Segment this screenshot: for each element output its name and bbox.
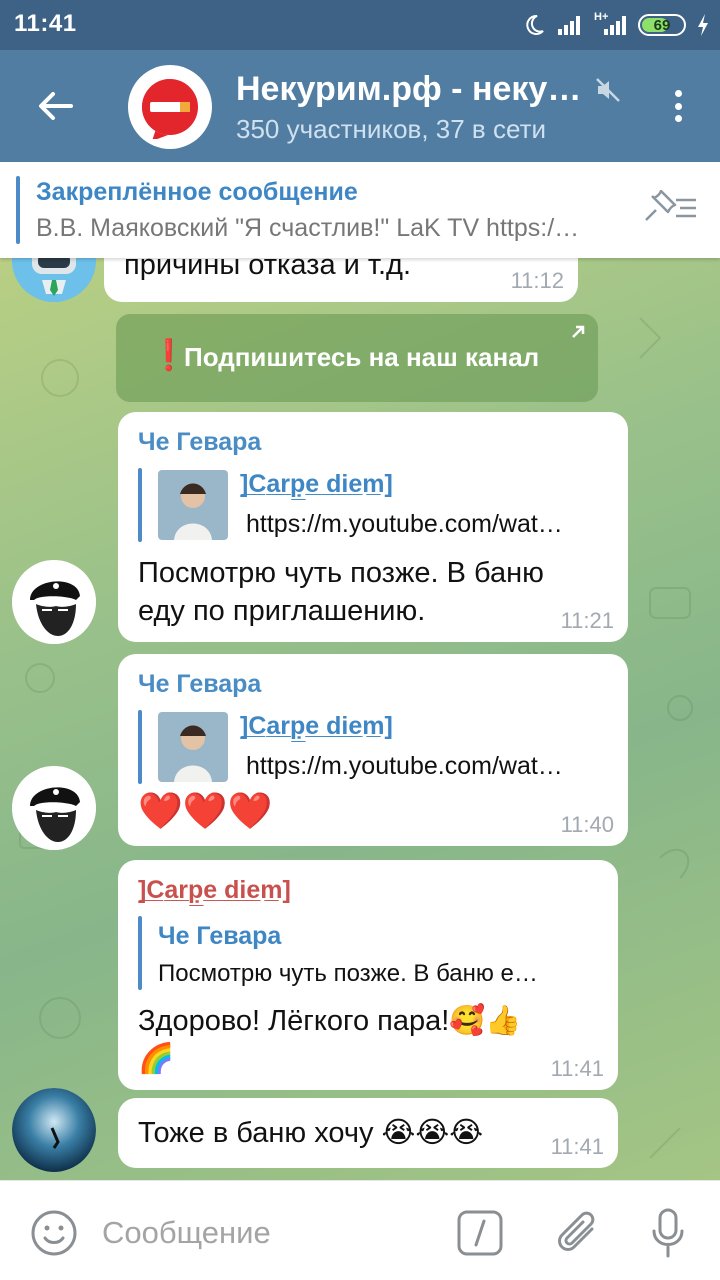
message-time: 11:41 xyxy=(550,1056,604,1081)
message-time: 11:41 xyxy=(550,1134,604,1159)
moon-icon xyxy=(526,14,544,35)
message-text: Тоже в баню хочу 😭😭😭 xyxy=(138,1117,484,1149)
message-bubble[interactable]: ]̲C̲a̲r̲p̲e̲ ̲d̲i̲e̲m̲] Че Гевара Посмот… xyxy=(118,860,618,1090)
sender-name[interactable]: ]̲C̲a̲r̲p̲e̲ ̲d̲i̲e̲m̲] xyxy=(138,876,291,905)
external-arrow-icon xyxy=(572,325,585,338)
command-icon[interactable] xyxy=(456,1209,504,1257)
message-time: 11:40 xyxy=(560,812,614,837)
exclamation-icon: ❗ xyxy=(150,339,188,372)
link-preview-title[interactable]: ]̲C̲a̲r̲p̲e̲ ̲d̲i̲e̲m̲] xyxy=(240,712,393,741)
chat-area[interactable]: причины отказа и т.д. 11:12 ❗ Подпишитес… xyxy=(0,258,720,1180)
sender-name[interactable]: Че Гевара xyxy=(138,670,261,699)
link-preview-title[interactable]: ]̲C̲a̲r̲p̲e̲ ̲d̲i̲e̲m̲] xyxy=(240,470,393,499)
link-preview-url[interactable]: https://m.youtube.com/wat… xyxy=(246,752,612,781)
pinned-message-bar[interactable]: Закреплённое сообщение В.В. Маяковский "… xyxy=(0,162,720,258)
pinned-accent-line xyxy=(16,176,20,244)
back-button[interactable] xyxy=(30,86,80,126)
message-bubble[interactable]: причины отказа и т.д. 11:12 xyxy=(104,258,578,302)
message-text-line: Посмотрю чуть позже. В баню xyxy=(138,557,544,589)
attach-icon[interactable] xyxy=(556,1207,600,1259)
message-bubble[interactable]: Тоже в баню хочу 😭😭😭 11:41 xyxy=(118,1098,618,1168)
more-vertical-icon[interactable] xyxy=(666,86,690,126)
chat-title-row[interactable]: Некурим.рф - неку… xyxy=(236,70,621,109)
avatar-user[interactable] xyxy=(12,1088,96,1172)
no-smoking-logo-icon xyxy=(142,79,198,139)
chat-subtitle: 350 участников, 37 в сети xyxy=(236,114,546,144)
battery-icon: 69 xyxy=(638,14,686,36)
reply-quote-line xyxy=(138,916,142,990)
status-time: 11:41 xyxy=(14,10,77,37)
chat-header: Некурим.рф - неку… 350 участников, 37 в … xyxy=(0,50,720,162)
rainbow-emoji: 🌈 xyxy=(138,1043,175,1075)
link-preview-line xyxy=(138,468,142,542)
message-text: причины отказа и т.д. xyxy=(124,258,411,281)
status-bar: 11:41 H+ 69 xyxy=(0,0,720,50)
emoji-icon[interactable] xyxy=(30,1209,78,1257)
link-preview-thumbnail[interactable] xyxy=(158,712,228,782)
chat-avatar[interactable] xyxy=(128,65,212,149)
microphone-icon[interactable] xyxy=(650,1207,686,1259)
pinned-list-icon[interactable] xyxy=(642,190,698,226)
charging-icon xyxy=(698,14,708,36)
message-bubble[interactable]: Че Гевара ]̲C̲a̲r̲p̲e̲ ̲d̲i̲e̲m̲] https:… xyxy=(118,412,628,642)
message-text-line: Здорово! Лёгкого пара!🥰👍 xyxy=(138,1005,522,1037)
battery-level: 69 xyxy=(653,16,671,34)
subscribe-channel-button[interactable]: ❗ Подпишитесь на наш канал xyxy=(116,314,598,402)
message-time: 11:21 xyxy=(560,608,614,633)
chat-title[interactable]: Некурим.рф - неку… xyxy=(236,70,581,109)
status-icons: H+ 69 xyxy=(522,10,710,40)
muted-speaker-icon xyxy=(596,77,621,102)
service-text: Подпишитесь на наш канал xyxy=(184,342,540,372)
avatar-che-guevara[interactable] xyxy=(12,766,96,850)
message-input-bar: Сообщение xyxy=(0,1180,720,1280)
h-plus-signal-icon: H+ xyxy=(594,11,628,37)
avatar-che-guevara[interactable] xyxy=(12,560,96,644)
arrow-left-icon xyxy=(39,92,73,120)
pinned-title: Закреплённое сообщение xyxy=(36,178,358,206)
link-preview-thumbnail[interactable] xyxy=(158,470,228,540)
link-preview-line xyxy=(138,710,142,784)
message-time: 11:12 xyxy=(510,268,564,293)
reply-sender[interactable]: Че Гевара xyxy=(158,922,281,951)
signal-icon xyxy=(558,16,580,35)
message-bubble[interactable]: Че Гевара ]̲C̲a̲r̲p̲e̲ ̲d̲i̲e̲m̲] https:… xyxy=(118,654,628,846)
link-preview-url[interactable]: https://m.youtube.com/wat… xyxy=(246,510,612,539)
pinned-text: В.В. Маяковский "Я счастлив!" LaK TV htt… xyxy=(36,214,580,242)
reply-text[interactable]: Посмотрю чуть позже. В баню е… xyxy=(158,960,602,988)
heart-emojis: ❤️❤️❤️ xyxy=(138,790,273,831)
sender-name[interactable]: Че Гевара xyxy=(138,428,261,457)
message-input[interactable]: Сообщение xyxy=(102,1215,271,1251)
message-text-line: еду по приглашению. xyxy=(138,595,426,627)
